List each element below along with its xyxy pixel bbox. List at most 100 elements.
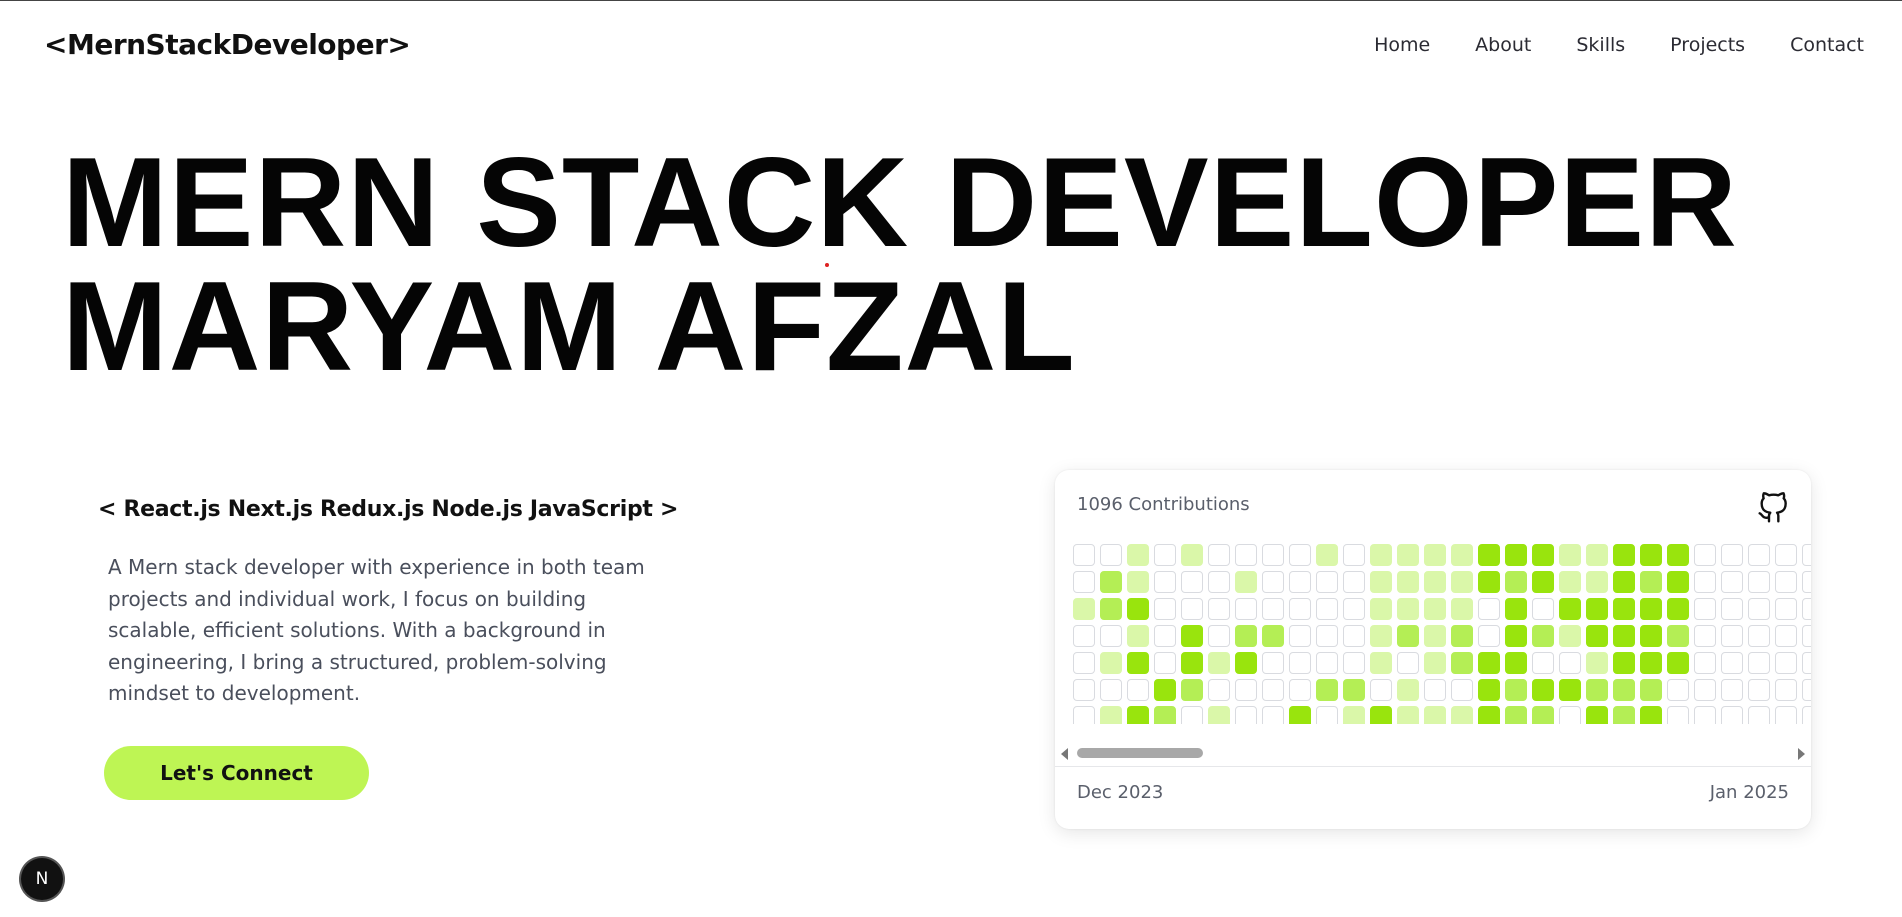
contribution-cell[interactable] xyxy=(1208,679,1230,701)
contribution-cell[interactable] xyxy=(1640,706,1662,724)
contribution-cell[interactable] xyxy=(1127,652,1149,674)
contribution-cell[interactable] xyxy=(1721,544,1743,566)
contribution-cell[interactable] xyxy=(1424,652,1446,674)
contribution-cell[interactable] xyxy=(1073,625,1095,647)
contribution-cell[interactable] xyxy=(1208,544,1230,566)
contribution-cell[interactable] xyxy=(1640,625,1662,647)
contribution-cell[interactable] xyxy=(1451,625,1473,647)
contribution-cell[interactable] xyxy=(1667,598,1689,620)
contribution-cell[interactable] xyxy=(1802,544,1811,566)
scroll-left-arrow-icon[interactable] xyxy=(1061,748,1068,760)
contribution-cell[interactable] xyxy=(1343,598,1365,620)
contribution-cell[interactable] xyxy=(1451,679,1473,701)
contribution-cell[interactable] xyxy=(1748,544,1770,566)
contribution-cell[interactable] xyxy=(1181,544,1203,566)
contribution-cell[interactable] xyxy=(1343,625,1365,647)
contribution-cell[interactable] xyxy=(1694,598,1716,620)
contribution-cell[interactable] xyxy=(1397,571,1419,593)
contribution-cell[interactable] xyxy=(1721,652,1743,674)
contribution-cell[interactable] xyxy=(1343,706,1365,724)
contribution-cell[interactable] xyxy=(1100,571,1122,593)
contribution-cell[interactable] xyxy=(1802,706,1811,724)
contribution-cell[interactable] xyxy=(1370,571,1392,593)
contribution-cell[interactable] xyxy=(1586,652,1608,674)
contribution-cell[interactable] xyxy=(1694,679,1716,701)
contribution-cell[interactable] xyxy=(1775,706,1797,724)
contribution-cell[interactable] xyxy=(1532,625,1554,647)
contribution-cell[interactable] xyxy=(1181,598,1203,620)
contribution-cell[interactable] xyxy=(1316,571,1338,593)
contribution-cell[interactable] xyxy=(1235,625,1257,647)
contribution-cell[interactable] xyxy=(1802,571,1811,593)
contribution-cell[interactable] xyxy=(1613,571,1635,593)
contribution-cell[interactable] xyxy=(1451,706,1473,724)
contribution-cell[interactable] xyxy=(1154,706,1176,724)
contribution-cell[interactable] xyxy=(1127,598,1149,620)
contribution-cell[interactable] xyxy=(1235,652,1257,674)
contribution-cell[interactable] xyxy=(1262,652,1284,674)
contribution-cell[interactable] xyxy=(1262,706,1284,724)
contribution-cell[interactable] xyxy=(1208,625,1230,647)
contribution-cell[interactable] xyxy=(1397,679,1419,701)
contribution-cell[interactable] xyxy=(1532,679,1554,701)
contribution-cell[interactable] xyxy=(1667,544,1689,566)
contribution-cell[interactable] xyxy=(1181,571,1203,593)
contribution-cell[interactable] xyxy=(1343,679,1365,701)
contribution-cell[interactable] xyxy=(1424,598,1446,620)
contribution-cell[interactable] xyxy=(1775,625,1797,647)
contribution-cell[interactable] xyxy=(1235,598,1257,620)
contribution-cell[interactable] xyxy=(1397,598,1419,620)
contribution-cell[interactable] xyxy=(1073,706,1095,724)
contribution-cell[interactable] xyxy=(1559,652,1581,674)
contribution-cell[interactable] xyxy=(1775,571,1797,593)
contribution-cell[interactable] xyxy=(1208,598,1230,620)
contribution-cell[interactable] xyxy=(1586,598,1608,620)
contribution-cell[interactable] xyxy=(1721,706,1743,724)
contribution-cell[interactable] xyxy=(1721,598,1743,620)
scroll-right-arrow-icon[interactable] xyxy=(1798,748,1805,760)
contribution-cell[interactable] xyxy=(1505,544,1527,566)
contribution-cell[interactable] xyxy=(1478,652,1500,674)
contribution-cell[interactable] xyxy=(1694,652,1716,674)
contribution-cell[interactable] xyxy=(1586,679,1608,701)
contribution-cell[interactable] xyxy=(1343,571,1365,593)
contribution-cell[interactable] xyxy=(1586,571,1608,593)
contribution-cell[interactable] xyxy=(1478,544,1500,566)
contribution-cell[interactable] xyxy=(1613,679,1635,701)
contribution-cell[interactable] xyxy=(1289,706,1311,724)
contribution-cell[interactable] xyxy=(1289,571,1311,593)
contribution-cell[interactable] xyxy=(1289,652,1311,674)
contribution-cell[interactable] xyxy=(1397,706,1419,724)
contribution-cell[interactable] xyxy=(1235,706,1257,724)
nextjs-icon[interactable]: N xyxy=(21,858,63,900)
contribution-cell[interactable] xyxy=(1748,625,1770,647)
contribution-cell[interactable] xyxy=(1559,598,1581,620)
contribution-cell[interactable] xyxy=(1802,625,1811,647)
contribution-cell[interactable] xyxy=(1613,706,1635,724)
contribution-cell[interactable] xyxy=(1073,679,1095,701)
contribution-cell[interactable] xyxy=(1100,625,1122,647)
contribution-cell[interactable] xyxy=(1559,679,1581,701)
contribution-cell[interactable] xyxy=(1505,625,1527,647)
contribution-cell[interactable] xyxy=(1262,679,1284,701)
contribution-cell[interactable] xyxy=(1181,625,1203,647)
contribution-cell[interactable] xyxy=(1100,679,1122,701)
contribution-cell[interactable] xyxy=(1100,652,1122,674)
contribution-cell[interactable] xyxy=(1424,706,1446,724)
contribution-cell[interactable] xyxy=(1289,625,1311,647)
contribution-cell[interactable] xyxy=(1667,652,1689,674)
contribution-cell[interactable] xyxy=(1316,652,1338,674)
contribution-cell[interactable] xyxy=(1559,706,1581,724)
contribution-cell[interactable] xyxy=(1154,544,1176,566)
contribution-cell[interactable] xyxy=(1208,706,1230,724)
contribution-cell[interactable] xyxy=(1073,652,1095,674)
contribution-cell[interactable] xyxy=(1478,706,1500,724)
contribution-cell[interactable] xyxy=(1100,598,1122,620)
contribution-cell[interactable] xyxy=(1613,598,1635,620)
contribution-cell[interactable] xyxy=(1640,571,1662,593)
contribution-cell[interactable] xyxy=(1397,625,1419,647)
contribution-cell[interactable] xyxy=(1694,706,1716,724)
contribution-cell[interactable] xyxy=(1127,679,1149,701)
contribution-cell[interactable] xyxy=(1316,679,1338,701)
contribution-cell[interactable] xyxy=(1073,571,1095,593)
